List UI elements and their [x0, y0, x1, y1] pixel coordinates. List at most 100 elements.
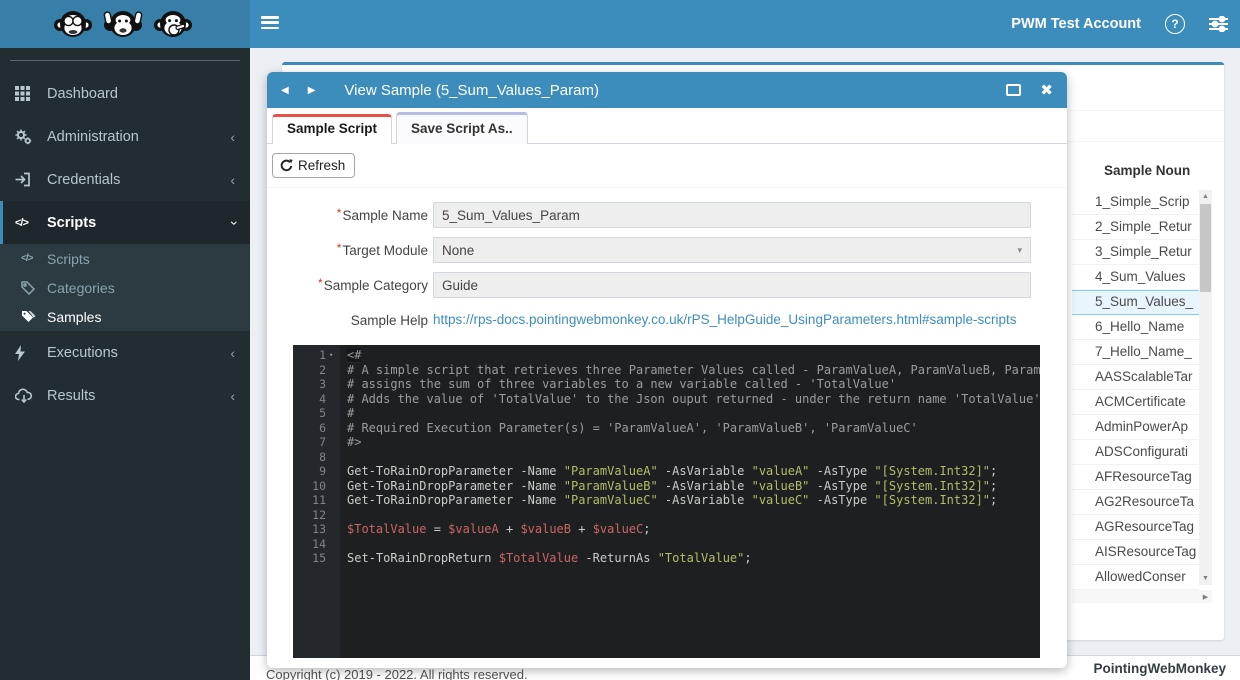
next-sample-arrow-icon[interactable]: ▶ — [308, 85, 316, 96]
vertical-scrollbar[interactable]: ▲ ▼ — [1199, 190, 1212, 585]
code-line: 11Get-ToRainDropParameter -Name "ParamVa… — [293, 493, 1040, 508]
sign-in-icon — [15, 172, 40, 187]
code-icon: </> — [21, 253, 41, 264]
line-number: 6 — [293, 421, 326, 436]
settings-sliders-icon[interactable] — [1209, 16, 1228, 32]
line-number: 1▾ — [293, 348, 326, 363]
scroll-down-arrow-icon[interactable]: ▼ — [1199, 572, 1212, 585]
line-number: 3 — [293, 377, 326, 392]
view-sample-modal: ◀ ▶ View Sample (5_Sum_Values_Param) ✖ S… — [267, 72, 1067, 668]
sample-noun-column-header[interactable]: Sample Noun — [1104, 163, 1190, 178]
sample-noun-row[interactable]: 2_Simple_Retur — [1072, 215, 1199, 240]
chevron-left-icon: ‹ — [230, 172, 235, 188]
line-number: 12 — [293, 508, 326, 523]
refresh-icon — [280, 159, 293, 172]
sample-noun-row[interactable]: 6_Hello_Name — [1072, 315, 1199, 340]
sample-noun-row[interactable]: AGResourceTag — [1072, 515, 1199, 540]
sample-noun-row[interactable]: AdminPowerAp — [1072, 415, 1199, 440]
sample-noun-row[interactable]: 3_Simple_Retur — [1072, 240, 1199, 265]
line-number: 10 — [293, 479, 326, 494]
sidebar-item-scripts[interactable]: </> Scripts ‹ — [0, 201, 250, 244]
fold-caret-icon[interactable]: ▾ — [329, 348, 333, 363]
account-menu[interactable]: PWM Test Account — [1011, 16, 1141, 32]
lightning-bolt-icon — [15, 345, 40, 361]
scrollbar-thumb[interactable] — [1200, 204, 1211, 292]
line-number: 8 — [293, 450, 326, 465]
code-line: 5# — [293, 406, 1040, 421]
sample-form: *Sample Name *Target Module None ▾ *Samp… — [267, 188, 1067, 333]
modal-header: ◀ ▶ View Sample (5_Sum_Values_Param) ✖ — [267, 72, 1067, 108]
scroll-up-arrow-icon[interactable]: ▲ — [1199, 190, 1212, 203]
select-caret-icon: ▾ — [1017, 245, 1022, 256]
line-number: 9 — [293, 464, 326, 479]
scroll-right-arrow-icon[interactable]: ▶ — [1199, 590, 1212, 603]
sample-noun-row[interactable]: AASScalableTar — [1072, 365, 1199, 390]
sidebar: Dashboard Administration ‹ Credentials ‹… — [0, 48, 250, 680]
modal-tabs: Sample Script Save Script As.. — [267, 108, 1067, 144]
sidebar-subitem-samples[interactable]: Samples — [0, 302, 250, 331]
top-navbar: PWM Test Account ? — [0, 0, 1240, 48]
sample-category-input[interactable] — [433, 272, 1031, 298]
chevron-down-icon: ‹ — [225, 220, 241, 225]
sidebar-subitem-label: Samples — [47, 309, 101, 325]
sample-noun-row[interactable]: ADSConfigurati — [1072, 440, 1199, 465]
modal-title: View Sample (5_Sum_Values_Param) — [344, 82, 599, 99]
sidebar-item-label: Scripts — [47, 215, 96, 231]
sidebar-item-executions[interactable]: Executions ‹ — [0, 331, 250, 374]
code-editor[interactable]: 1▾<#2# A simple script that retrieves th… — [293, 345, 1040, 658]
sample-noun-row[interactable]: ACMCertificate — [1072, 390, 1199, 415]
code-line: 9Get-ToRainDropParameter -Name "ParamVal… — [293, 464, 1040, 479]
sample-noun-row[interactable]: AFResourceTag — [1072, 465, 1199, 490]
tab-sample-script[interactable]: Sample Script — [272, 114, 392, 144]
sample-name-input[interactable] — [433, 202, 1031, 228]
previous-sample-arrow-icon[interactable]: ◀ — [281, 85, 289, 96]
code-line: 14 — [293, 537, 1040, 552]
sample-help-link[interactable]: https://rps-docs.pointingwebmonkey.co.uk… — [433, 312, 1017, 327]
sidebar-subitem-scripts[interactable]: </> Scripts — [0, 244, 250, 273]
sample-noun-row[interactable]: 1_Simple_Scrip — [1072, 190, 1199, 215]
code-line: 10Get-ToRainDropParameter -Name "ParamVa… — [293, 479, 1040, 494]
sidebar-subitem-label: Scripts — [47, 251, 90, 267]
sample-help-label: Sample Help — [267, 313, 428, 328]
chevron-left-icon: ‹ — [230, 388, 235, 404]
code-line: 15Set-ToRainDropReturn $TotalValue -Retu… — [293, 551, 1040, 566]
sample-noun-list: 1_Simple_Scrip2_Simple_Retur3_Simple_Ret… — [1072, 190, 1199, 590]
sample-noun-row[interactable]: 4_Sum_Values — [1072, 265, 1199, 290]
horizontal-scrollbar[interactable]: ▶ — [1072, 590, 1212, 603]
sidebar-item-label: Administration — [47, 129, 139, 145]
sidebar-subitem-categories[interactable]: Categories — [0, 273, 250, 302]
sidebar-item-credentials[interactable]: Credentials ‹ — [0, 158, 250, 201]
line-number: 11 — [293, 493, 326, 508]
brand-text: PointingWebMonkey — [1093, 661, 1226, 676]
code-line: 13$TotalValue = $valueA + $valueB + $val… — [293, 522, 1040, 537]
sample-noun-row[interactable]: AG2ResourceTa — [1072, 490, 1199, 515]
line-number: 5 — [293, 406, 326, 421]
code-line: 1▾<# — [293, 348, 1040, 363]
code-icon: </> — [15, 217, 40, 229]
sample-noun-row[interactable]: AISResourceTag — [1072, 540, 1199, 565]
sidebar-toggle-hamburger-icon[interactable] — [261, 16, 279, 30]
sidebar-item-results[interactable]: Results ‹ — [0, 374, 250, 417]
target-module-select[interactable]: None ▾ — [433, 237, 1031, 263]
tab-save-script-as[interactable]: Save Script As.. — [396, 112, 528, 144]
sample-noun-row[interactable]: AllowedConser — [1072, 565, 1199, 590]
code-line: 2# A simple script that retrieves three … — [293, 363, 1040, 378]
help-icon[interactable]: ? — [1165, 14, 1185, 34]
close-icon[interactable]: ✖ — [1040, 81, 1053, 99]
line-number: 2 — [293, 363, 326, 378]
code-line: 12 — [293, 508, 1040, 523]
refresh-button[interactable]: Refresh — [272, 153, 355, 178]
tags-icon — [21, 310, 41, 324]
sidebar-item-label: Results — [47, 388, 95, 404]
sample-noun-row[interactable]: 5_Sum_Values_ — [1072, 290, 1199, 315]
code-line: 7#> — [293, 435, 1040, 450]
line-number: 15 — [293, 551, 326, 566]
maximize-icon[interactable] — [1006, 84, 1021, 96]
line-number: 14 — [293, 537, 326, 552]
sample-noun-row[interactable]: 7_Hello_Name_ — [1072, 340, 1199, 365]
app-logo[interactable] — [0, 0, 250, 48]
cogs-icon — [15, 129, 40, 145]
code-line: 3# assigns the sum of three variables to… — [293, 377, 1040, 392]
sidebar-item-administration[interactable]: Administration ‹ — [0, 115, 250, 158]
sidebar-item-dashboard[interactable]: Dashboard — [0, 72, 250, 115]
